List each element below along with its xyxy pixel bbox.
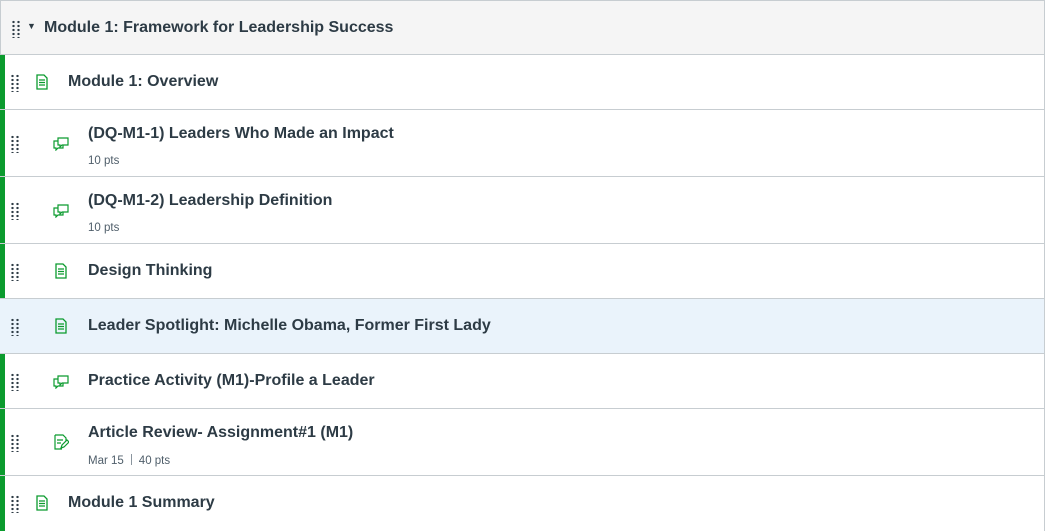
item-title[interactable]: Article Review- Assignment#1 (M1) <box>88 424 353 442</box>
module-item[interactable]: (DQ-M1-1) Leaders Who Made an Impact 10 … <box>0 110 1045 177</box>
module-item[interactable]: Leader Spotlight: Michelle Obama, Former… <box>0 299 1045 354</box>
module-item[interactable]: Practice Activity (M1)-Profile a Leader <box>0 354 1045 409</box>
drag-handle-icon[interactable] <box>10 434 20 452</box>
module-item[interactable]: Module 1 Summary <box>0 476 1045 531</box>
page-icon <box>36 495 48 511</box>
item-due-date: Mar 15 <box>88 455 124 467</box>
drag-handle-icon[interactable] <box>11 20 21 38</box>
module-container: ▼ Module 1: Framework for Leadership Suc… <box>0 0 1045 531</box>
page-icon <box>36 74 48 90</box>
module-item[interactable]: (DQ-M1-2) Leadership Definition 10 pts <box>0 177 1045 244</box>
module-item[interactable]: Article Review- Assignment#1 (M1) Mar 15… <box>0 409 1045 476</box>
item-title[interactable]: Design Thinking <box>88 262 212 280</box>
drag-handle-icon[interactable] <box>10 318 20 336</box>
caret-down-icon[interactable]: ▼ <box>27 21 36 31</box>
item-meta: Mar 15 40 pts <box>88 454 170 467</box>
drag-handle-icon[interactable] <box>10 135 20 153</box>
item-title[interactable]: Module 1 Summary <box>68 494 215 512</box>
drag-handle-icon[interactable] <box>10 263 20 281</box>
page-icon <box>55 263 67 279</box>
drag-handle-icon[interactable] <box>10 373 20 391</box>
item-points: 10 pts <box>88 222 120 234</box>
module-item[interactable]: Design Thinking <box>0 244 1045 299</box>
discussion-icon <box>53 137 69 151</box>
drag-handle-icon[interactable] <box>10 74 20 92</box>
module-items: Module 1: Overview (DQ-M1-1) Leaders Who… <box>0 55 1045 531</box>
drag-handle-icon[interactable] <box>10 495 20 513</box>
discussion-icon <box>53 375 69 389</box>
module-title[interactable]: Module 1: Framework for Leadership Succe… <box>44 19 393 37</box>
item-title[interactable]: (DQ-M1-1) Leaders Who Made an Impact <box>88 125 394 143</box>
meta-divider <box>130 454 132 465</box>
drag-handle-icon[interactable] <box>10 202 20 220</box>
discussion-icon <box>53 204 69 218</box>
item-title[interactable]: (DQ-M1-2) Leadership Definition <box>88 192 332 210</box>
item-title[interactable]: Leader Spotlight: Michelle Obama, Former… <box>88 317 491 335</box>
item-points: 10 pts <box>88 155 120 167</box>
item-points: 40 pts <box>138 455 171 467</box>
item-title[interactable]: Module 1: Overview <box>68 73 218 91</box>
module-item[interactable]: Module 1: Overview <box>0 55 1045 110</box>
item-title[interactable]: Practice Activity (M1)-Profile a Leader <box>88 372 375 390</box>
module-header[interactable]: ▼ Module 1: Framework for Leadership Suc… <box>0 0 1045 55</box>
assignment-icon <box>54 434 69 450</box>
page-icon <box>55 318 67 334</box>
